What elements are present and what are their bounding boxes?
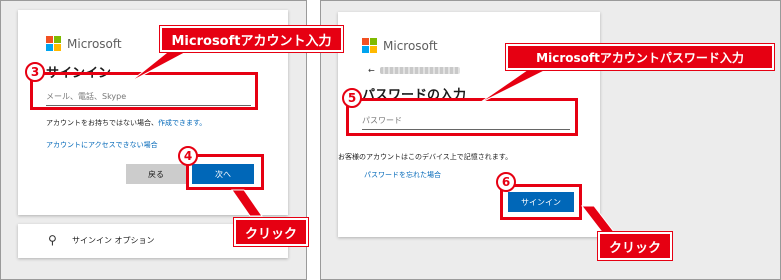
microsoft-squares-icon bbox=[46, 36, 61, 51]
microsoft-squares-icon bbox=[362, 38, 377, 53]
signin-options-label[interactable]: サインイン オプション bbox=[72, 235, 155, 246]
microsoft-logo-right: Microsoft bbox=[362, 38, 438, 53]
password-input-callout: Microsoftアカウントパスワード入力 bbox=[505, 43, 775, 71]
create-account-link[interactable]: 作成できます。 bbox=[158, 119, 206, 127]
forgot-password-link[interactable]: パスワードを忘れた場合 bbox=[364, 170, 441, 180]
microsoft-brand-text: Microsoft bbox=[67, 36, 122, 51]
cant-access-link[interactable]: アカウントにアクセスできない場合 bbox=[46, 140, 158, 150]
step-5-badge: 5 bbox=[342, 88, 362, 108]
back-button[interactable]: 戻る bbox=[126, 164, 186, 184]
password-highlight-box bbox=[346, 98, 578, 136]
click-callout-right: クリック bbox=[597, 231, 673, 261]
account-input-callout: Microsoftアカウント入力 bbox=[159, 25, 344, 53]
back-arrow-icon[interactable]: ← bbox=[368, 66, 375, 75]
microsoft-logo: Microsoft bbox=[46, 36, 122, 51]
email-highlight-box bbox=[30, 72, 258, 110]
microsoft-brand-text: Microsoft bbox=[383, 38, 438, 53]
next-highlight-box bbox=[186, 154, 264, 190]
click-callout-left: クリック bbox=[233, 217, 309, 247]
step-6-badge: 6 bbox=[496, 172, 516, 192]
remember-device-text: お客様のアカウントはこのデバイス上で記憶されます。 bbox=[338, 153, 513, 161]
blurred-email bbox=[380, 67, 460, 74]
step-4-badge: 4 bbox=[178, 146, 198, 166]
step-3-badge: 3 bbox=[25, 62, 45, 82]
no-account-label: アカウントをお持ちではない場合、 bbox=[46, 119, 158, 127]
key-icon: ⚲ bbox=[48, 233, 57, 247]
no-account-text: アカウントをお持ちではない場合、作成できます。 bbox=[46, 118, 206, 128]
